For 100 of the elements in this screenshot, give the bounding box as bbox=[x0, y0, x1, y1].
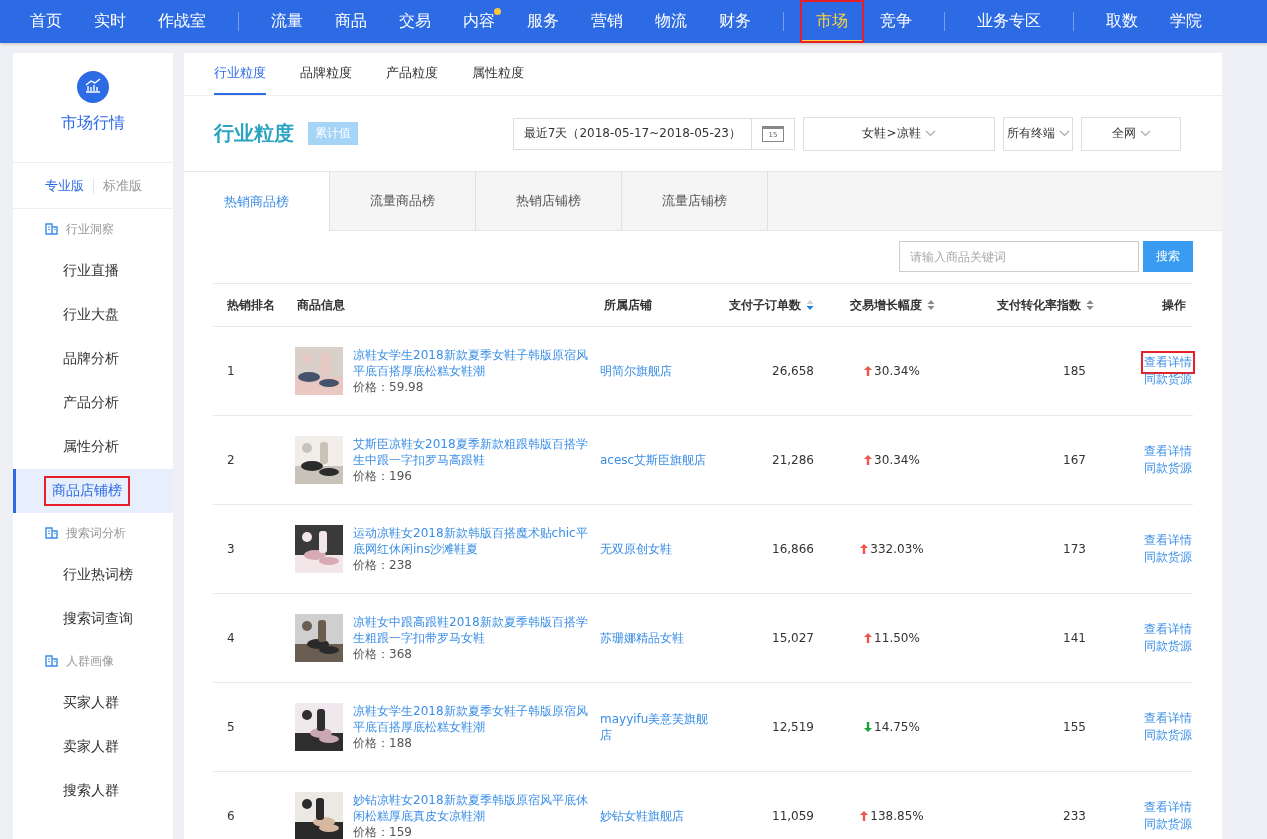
column-header: 操作 bbox=[1162, 296, 1186, 314]
sort-icon[interactable] bbox=[926, 299, 935, 311]
action-link[interactable]: 同款货源 bbox=[1144, 727, 1192, 744]
growth-cell: 30.34% bbox=[874, 364, 920, 378]
price-text: 价格：188 bbox=[353, 735, 413, 751]
growth-cell: 11.50% bbox=[874, 631, 920, 645]
action-link[interactable]: 查看详情 bbox=[1144, 710, 1192, 727]
nav-tab[interactable]: 物流 bbox=[639, 0, 703, 43]
chart-logo-icon bbox=[77, 71, 109, 103]
nav-tab[interactable]: 内容 bbox=[447, 0, 511, 43]
action-link[interactable]: 查看详情 bbox=[1144, 532, 1192, 549]
orders-cell: 12,519 bbox=[772, 720, 814, 734]
column-header[interactable]: 交易增长幅度 bbox=[849, 296, 935, 314]
search-field[interactable]: 请输入商品关键词 bbox=[899, 241, 1139, 272]
nav-tab[interactable]: 流量 bbox=[255, 0, 319, 43]
action-link[interactable]: 同款货源 bbox=[1144, 460, 1192, 477]
search-button[interactable]: 搜索 bbox=[1143, 241, 1193, 272]
sidebar-item[interactable]: 搜索词查询 bbox=[63, 606, 133, 632]
sidebar-item[interactable]: 属性分析 bbox=[63, 434, 119, 460]
nav-tab[interactable]: 竞争 bbox=[864, 0, 928, 43]
conversion-cell: 233 bbox=[1063, 809, 1086, 823]
sidebar-item[interactable]: 买家人群 bbox=[63, 690, 119, 716]
price-text: 价格：368 bbox=[353, 646, 413, 662]
filter-dropdown[interactable]: 全网 bbox=[1081, 116, 1181, 151]
column-header: 所属店铺 bbox=[604, 296, 652, 314]
edition-tab[interactable]: 标准版 bbox=[93, 176, 151, 195]
sidebar-item[interactable]: 品牌分析 bbox=[63, 346, 119, 372]
orders-cell: 11,059 bbox=[772, 809, 814, 823]
sort-icon[interactable] bbox=[806, 299, 814, 311]
nav-tab[interactable]: 交易 bbox=[383, 0, 447, 43]
action-link[interactable]: 同款货源 bbox=[1144, 371, 1192, 388]
rank-cell: 3 bbox=[227, 542, 235, 556]
edition-tab[interactable]: 专业版 bbox=[35, 176, 93, 195]
orders-cell: 26,658 bbox=[772, 364, 814, 378]
nav-tab[interactable]: 取数 bbox=[1090, 0, 1154, 43]
caret-icon bbox=[1058, 130, 1070, 137]
sidebar-item[interactable]: 商品店铺榜 bbox=[46, 478, 128, 504]
product-link[interactable]: 凉鞋女学生2018新款夏季女鞋子韩版原宿风平底百搭厚底松糕女鞋潮 bbox=[353, 347, 590, 379]
action-link[interactable]: 查看详情 bbox=[1144, 354, 1192, 371]
product-link[interactable]: 妙钻凉鞋女2018新款夏季韩版原宿风平底休闲松糕厚底真皮女凉鞋潮 bbox=[353, 792, 590, 824]
value-badge: 累计值 bbox=[308, 122, 358, 145]
tab[interactable]: 品牌粒度 bbox=[300, 53, 352, 95]
sidebar-item[interactable]: 行业大盘 bbox=[63, 302, 119, 328]
sidebar-item[interactable]: 行业热词榜 bbox=[63, 562, 133, 588]
product-link[interactable]: 艾斯臣凉鞋女2018夏季新款粗跟韩版百搭学生中跟一字扣罗马高跟鞋 bbox=[353, 436, 590, 468]
growth-cell: 30.34% bbox=[874, 453, 920, 467]
column-header: 商品信息 bbox=[297, 296, 345, 314]
product-link[interactable]: 凉鞋女中跟高跟鞋2018新款夏季韩版百搭学生粗跟一字扣带罗马女鞋 bbox=[353, 614, 590, 646]
tab[interactable]: 行业粒度 bbox=[214, 53, 266, 95]
action-link[interactable]: 查看详情 bbox=[1144, 799, 1192, 816]
orders-cell: 21,286 bbox=[772, 453, 814, 467]
sidebar-item[interactable]: 搜索人群 bbox=[63, 778, 119, 804]
nav-tab[interactable]: 作战室 bbox=[142, 0, 222, 43]
action-link[interactable]: 查看详情 bbox=[1144, 443, 1192, 460]
filter-dropdown[interactable]: 女鞋>凉鞋 bbox=[803, 116, 995, 151]
column-header[interactable]: 支付子订单数 bbox=[729, 296, 814, 314]
nav-tab[interactable]: 实时 bbox=[78, 0, 142, 43]
page-title: 行业粒度 bbox=[214, 120, 294, 147]
ranking-tab[interactable]: 热销店铺榜 bbox=[476, 172, 622, 230]
document-icon bbox=[45, 527, 58, 539]
store-link[interactable]: 妙钻女鞋旗舰店 bbox=[600, 808, 684, 824]
store-link[interactable]: acesc艾斯臣旗舰店 bbox=[600, 452, 707, 468]
ranking-tab[interactable]: 流量店铺榜 bbox=[622, 172, 768, 230]
price-text: 价格：196 bbox=[353, 468, 413, 484]
orders-cell: 16,866 bbox=[772, 542, 814, 556]
nav-tab[interactable]: 业务专区 bbox=[961, 0, 1057, 43]
action-link[interactable]: 同款货源 bbox=[1144, 549, 1192, 566]
action-link[interactable]: 同款货源 bbox=[1144, 638, 1192, 655]
ranking-tab[interactable]: 流量商品榜 bbox=[330, 172, 476, 230]
sort-icon[interactable] bbox=[1086, 299, 1094, 311]
action-link[interactable]: 查看详情 bbox=[1144, 621, 1192, 638]
nav-tab[interactable]: 市场 bbox=[800, 0, 864, 43]
nav-tab[interactable]: 营销 bbox=[575, 0, 639, 43]
nav-tab[interactable]: 首页 bbox=[14, 0, 78, 43]
action-link[interactable]: 同款货源 bbox=[1144, 816, 1192, 833]
rank-cell: 1 bbox=[227, 364, 235, 378]
growth-cell: 332.03% bbox=[870, 542, 924, 556]
sidebar-item[interactable]: 产品分析 bbox=[63, 390, 119, 416]
ranking-tab[interactable]: 热销商品榜 bbox=[184, 172, 330, 231]
nav-tab[interactable]: 学院 bbox=[1154, 0, 1218, 43]
tab[interactable]: 属性粒度 bbox=[472, 53, 524, 95]
nav-tab[interactable]: 商品 bbox=[319, 0, 383, 43]
store-link[interactable]: mayyifu美意芙旗舰店 bbox=[600, 711, 710, 743]
product-link[interactable]: 运动凉鞋女2018新款韩版百搭魔术贴chic平底网红休闲ins沙滩鞋夏 bbox=[353, 525, 590, 557]
rank-cell: 5 bbox=[227, 720, 235, 734]
price-text: 价格：159 bbox=[353, 824, 413, 839]
section-heading: 人群画像 bbox=[66, 652, 114, 670]
tab[interactable]: 产品粒度 bbox=[386, 53, 438, 95]
product-link[interactable]: 凉鞋女学生2018新款夏季女鞋子韩版原宿风平底百搭厚底松糕女鞋潮 bbox=[353, 703, 590, 735]
filter-dropdown[interactable]: 所有终端 bbox=[1003, 116, 1073, 151]
conversion-cell: 185 bbox=[1063, 364, 1086, 378]
sidebar-item[interactable]: 行业直播 bbox=[63, 258, 119, 284]
store-link[interactable]: 明简尔旗舰店 bbox=[600, 363, 672, 379]
sidebar-item[interactable]: 卖家人群 bbox=[63, 734, 119, 760]
column-header[interactable]: 支付转化率指数 bbox=[997, 296, 1094, 314]
nav-tab[interactable]: 服务 bbox=[511, 0, 575, 43]
store-link[interactable]: 苏珊娜精品女鞋 bbox=[600, 630, 684, 646]
conversion-cell: 141 bbox=[1063, 631, 1086, 645]
store-link[interactable]: 无双原创女鞋 bbox=[600, 541, 672, 557]
nav-tab[interactable]: 财务 bbox=[703, 0, 767, 43]
